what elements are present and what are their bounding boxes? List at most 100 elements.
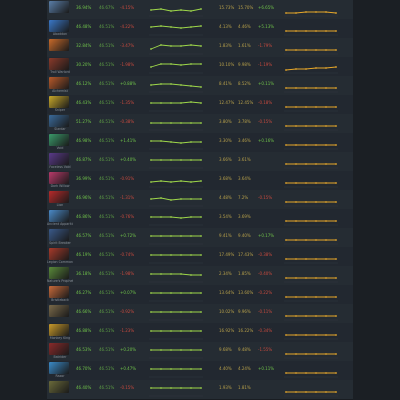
spark-point xyxy=(200,25,202,27)
table-row[interactable]: 46.40% 46.51% -0.15% 1.93% 1.81% xyxy=(47,380,353,400)
table-row[interactable]: Monkey King 46.88% 46.51% -1.23% 16.92% 16.22… xyxy=(47,323,353,343)
spark-point xyxy=(285,220,287,222)
table-row[interactable]: 32.84% 46.51% -3.47% 1.83% 1.61% -1.79% xyxy=(47,38,353,58)
pick-rate-avg: 3.64% xyxy=(238,176,251,181)
spark-point xyxy=(335,30,337,32)
pick-rate-delta: -0.38% xyxy=(258,252,273,257)
spark-point xyxy=(160,349,162,351)
win-rate: 46.43% xyxy=(76,100,92,105)
hero-portrait[interactable] xyxy=(49,58,69,70)
pick-rate-delta: +0.11% xyxy=(258,81,275,86)
pick-rate: 3.30% xyxy=(219,138,232,143)
spark-point xyxy=(180,180,182,182)
win-rate: 46.86% xyxy=(76,214,92,219)
hero-portrait[interactable] xyxy=(49,77,69,89)
spark-point xyxy=(325,67,327,69)
table-row[interactable]: Legion Commander46.19% 46.51% -0.74% 17.49%… xyxy=(47,247,353,267)
table-row[interactable]: Bristleback 46.27% 46.51% +0.07% 13.64% 13.60… xyxy=(47,285,353,305)
hero-portrait[interactable] xyxy=(49,229,69,241)
win-rate-delta: -1.98% xyxy=(120,271,135,276)
table-row[interactable]: Batrider 46.53% 46.51% +0.20% 9.68% 9.48% -1.5… xyxy=(47,342,353,362)
hero-portrait[interactable] xyxy=(49,153,69,165)
pick-rate-delta: +0.16% xyxy=(258,138,275,143)
pick-rate-avg: 17.43% xyxy=(238,252,254,257)
spark-point xyxy=(200,86,202,88)
table-row[interactable]: Sniper 46.43% 46.51% -1.35% 12.47% 12.45% -0.1… xyxy=(47,95,353,115)
win-rate-delta: -0.74% xyxy=(120,252,135,257)
table-row[interactable]: Slardar 51.27% 46.51% -0.38% 3.80% 3.78% -0.15… xyxy=(47,114,353,134)
hero-portrait[interactable] xyxy=(49,362,69,374)
pick-rate-sparkline xyxy=(284,334,338,340)
pick-rate: 4.40% xyxy=(219,366,232,371)
spark-point xyxy=(285,125,287,127)
win-rate: 46.70% xyxy=(76,366,92,371)
pick-rate-sparkline xyxy=(284,220,338,226)
table-row[interactable]: Troll Warlord 30.20% 46.51% -1.98% 10.10% 9.9… xyxy=(47,57,353,77)
hero-portrait[interactable] xyxy=(49,96,69,108)
hero-portrait[interactable] xyxy=(49,210,69,222)
spark-point xyxy=(190,292,192,294)
pick-rate-avg: 3.61% xyxy=(238,157,251,162)
spark-point xyxy=(170,216,172,218)
hero-portrait[interactable] xyxy=(49,248,69,260)
table-row[interactable]: Lion 46.96% 46.51% -1.31% 4.48% 7.2% -0.15% xyxy=(47,190,353,210)
table-row[interactable]: Void 46.98% 46.51% +1.41% 3.30% 3.46% +0.16% xyxy=(47,133,353,153)
pick-rate-delta: -1.55% xyxy=(258,347,273,352)
hero-portrait[interactable] xyxy=(49,39,69,51)
pick-rate-delta: +5.13% xyxy=(258,24,275,29)
table-row[interactable]: Alchemist 46.12% 46.51% +0.88% 8.41% 8.52% +0.… xyxy=(47,76,353,96)
spark-point xyxy=(190,44,192,46)
table-row[interactable]: Razor 46.70% 46.51% +0.47% 4.40% 4.24% +0.11% xyxy=(47,361,353,381)
hero-name: Void xyxy=(56,146,64,150)
win-rate-sparkline xyxy=(149,25,203,36)
pick-rate-sparkline xyxy=(284,239,338,245)
pick-rate-avg: 1.85% xyxy=(238,271,251,276)
table-row[interactable]: Abaddon 46.48% 46.51% -4.22% 4.13% 4.46% +5.13… xyxy=(47,19,353,39)
table-row[interactable]: Nature's Prophet 36.18% 46.51% -1.98% 2.34% 1… xyxy=(47,266,353,286)
hero-portrait[interactable] xyxy=(49,343,69,355)
hero-portrait[interactable] xyxy=(49,20,69,32)
spark-point xyxy=(325,30,327,32)
spark-point xyxy=(170,235,172,237)
hero-portrait[interactable] xyxy=(49,1,69,13)
hero-portrait[interactable] xyxy=(49,134,69,146)
table-row[interactable]: Ancient Apparition46.86% 46.51% -0.76% 3.54… xyxy=(47,209,353,229)
table-row[interactable]: Faceless Void 46.87% 46.51% +0.40% 3.66% 3.61… xyxy=(47,152,353,172)
spark-point xyxy=(315,220,317,222)
spark-point xyxy=(190,101,192,103)
table-row[interactable]: 36.94% 46.67% -4.15% 15.73% 15.70% +6.65% xyxy=(47,0,353,20)
spark-point xyxy=(315,182,317,184)
hero-portrait[interactable] xyxy=(49,324,69,336)
spark-point xyxy=(200,292,202,294)
spark-point xyxy=(335,144,337,146)
spark-point xyxy=(200,235,202,237)
hero-portrait[interactable] xyxy=(49,381,69,393)
win-rate-delta: -4.15% xyxy=(120,5,135,10)
left-margin xyxy=(0,0,47,400)
spark-point xyxy=(180,102,182,104)
spark-point xyxy=(160,102,162,104)
win-rate-delta: +1.41% xyxy=(120,138,137,143)
hero-portrait[interactable] xyxy=(49,115,69,127)
hero-portrait[interactable] xyxy=(49,191,69,203)
hero-portrait[interactable] xyxy=(49,305,69,317)
spark-point xyxy=(305,30,307,32)
spark-line xyxy=(150,8,202,12)
spark-point xyxy=(335,125,337,127)
spark-point xyxy=(170,102,172,104)
spark-point xyxy=(180,235,182,237)
table-row[interactable]: Spirit Breaker 46.57% 46.51% +0.72% 9.41% 9.4… xyxy=(47,228,353,248)
hero-portrait[interactable] xyxy=(49,172,69,184)
spark-point xyxy=(170,26,172,28)
hero-portrait[interactable] xyxy=(49,286,69,298)
spark-point xyxy=(295,30,297,32)
spark-point xyxy=(170,368,172,370)
spark-point xyxy=(170,330,172,332)
spark-point xyxy=(160,368,162,370)
hero-portrait[interactable] xyxy=(49,267,69,279)
table-row[interactable]: Dark Willow 36.99% 46.51% -0.91% 3.68% 3.64% xyxy=(47,171,353,191)
spark-point xyxy=(190,198,192,200)
table-row[interactable]: 46.66% 46.51% -0.92% 10.02% 9.96% -0.11% xyxy=(47,304,353,324)
spark-point xyxy=(190,311,192,313)
spark-point xyxy=(160,140,162,142)
